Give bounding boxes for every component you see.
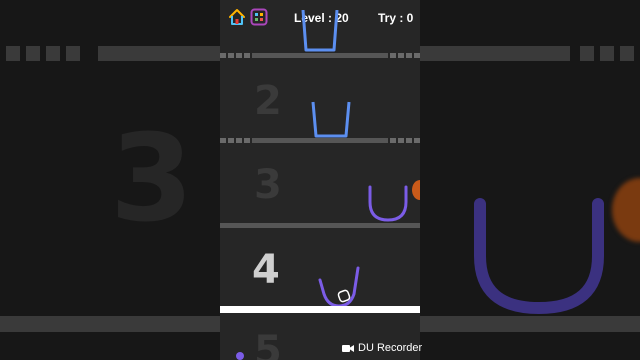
bg-dash xyxy=(66,46,80,61)
stage-number: 5 xyxy=(254,328,282,360)
bg-ball xyxy=(612,178,640,242)
cup xyxy=(301,10,339,52)
shelf xyxy=(252,53,388,58)
bg-shelf xyxy=(98,46,220,61)
cup[interactable] xyxy=(316,266,362,310)
cup xyxy=(368,185,408,222)
bg-dash xyxy=(6,46,20,61)
recorder-label: DU Recorder xyxy=(358,342,423,354)
bg-dash xyxy=(580,46,594,61)
floor-line xyxy=(220,306,420,313)
ball xyxy=(412,180,420,200)
camera-icon xyxy=(342,344,354,352)
bg-floor xyxy=(0,316,220,332)
stage-number: 2 xyxy=(254,78,282,124)
shelf-dashes xyxy=(220,53,250,58)
stage-number: 3 xyxy=(254,162,282,208)
bg-dash xyxy=(600,46,614,61)
game-area[interactable]: Level : 20 Try : 0 2 3 4 5 xyxy=(220,0,420,360)
bg-dash xyxy=(620,46,634,61)
bg-cup xyxy=(474,198,604,315)
bg-shelf xyxy=(420,46,570,61)
shelf-dashes xyxy=(390,138,420,143)
shelf xyxy=(252,138,388,143)
recorder-watermark: DU Recorder xyxy=(342,340,422,356)
try-counter: Try : 0 xyxy=(378,11,414,25)
bg-dash xyxy=(26,46,40,61)
home-icon[interactable] xyxy=(228,8,246,26)
grid-menu-icon[interactable] xyxy=(250,8,268,26)
shelf-dashes xyxy=(220,138,250,143)
ball-partial xyxy=(236,352,244,360)
stage-number-active: 4 xyxy=(252,247,280,293)
cup xyxy=(311,101,351,138)
bg-dash xyxy=(46,46,60,61)
shelf-dashes xyxy=(390,53,420,58)
shelf xyxy=(220,223,420,228)
bg-stage-number: 3 xyxy=(110,110,194,249)
